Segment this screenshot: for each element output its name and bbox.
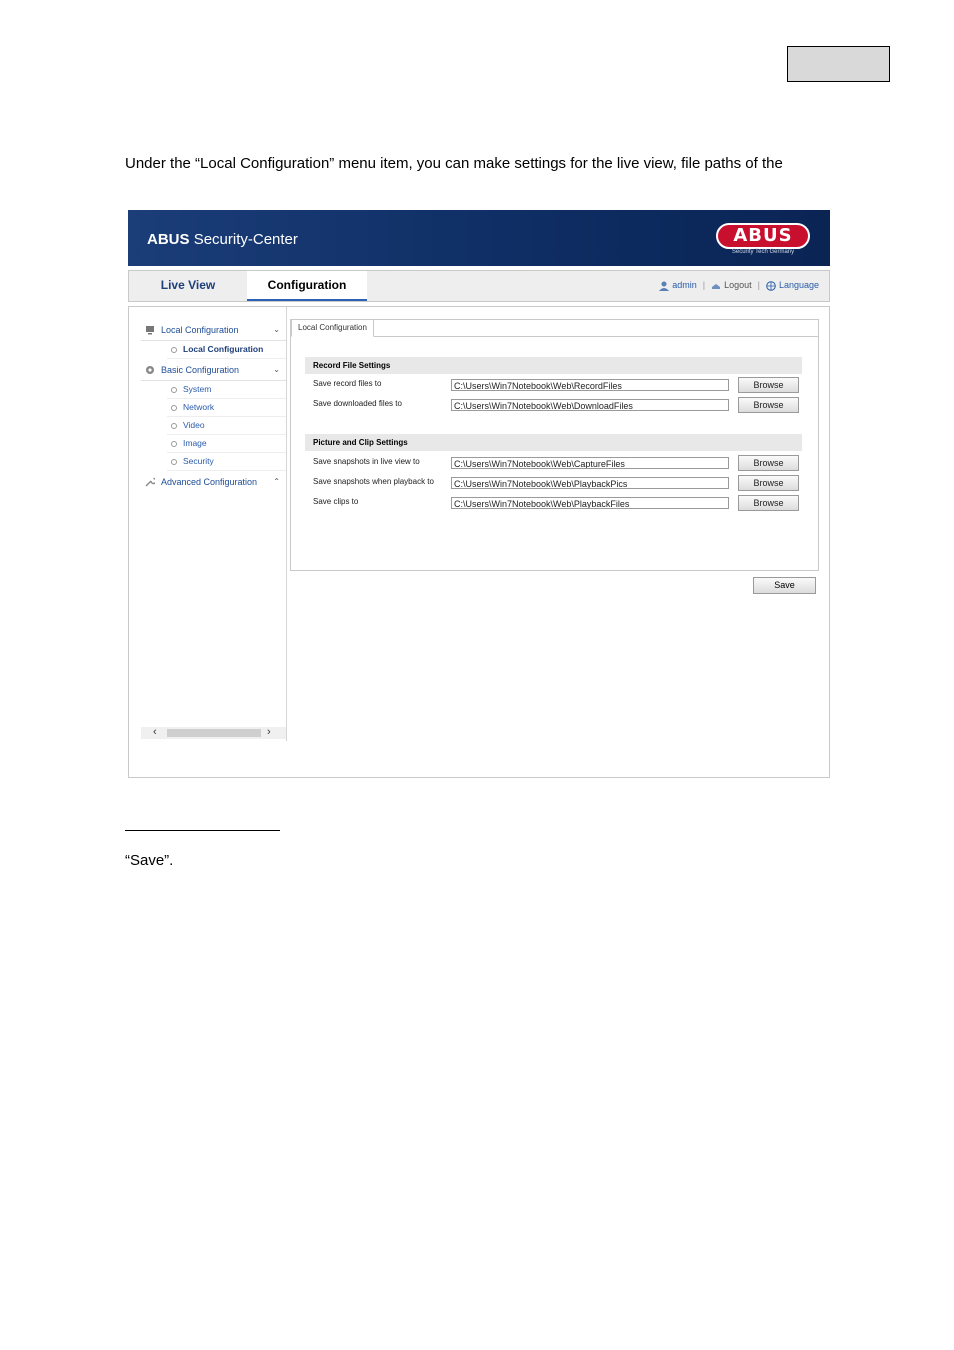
sidebar-item-label: Local Configuration (183, 344, 264, 354)
bullet-icon (171, 422, 177, 429)
downloaded-files-path-input[interactable]: C:\Users\Win7Notebook\Web\DownloadFiles (451, 399, 729, 411)
playback-snapshots-browse-button[interactable]: Browse (738, 475, 799, 491)
sidebar-item-label: Video (183, 420, 205, 430)
bullet-icon (171, 346, 177, 353)
playback-snapshots-path-input[interactable]: C:\Users\Win7Notebook\Web\PlaybackPics (451, 477, 729, 489)
sidebar-item-security[interactable]: Security (167, 453, 286, 471)
playback-snapshots-label: Save snapshots when playback to (313, 477, 434, 486)
sidebar-item-network[interactable]: Network (167, 399, 286, 417)
live-snapshots-label: Save snapshots in live view to (313, 457, 420, 466)
record-files-path-input[interactable]: C:\Users\Win7Notebook\Web\RecordFiles (451, 379, 729, 391)
logo-subtitle: Security Tech Germany (731, 249, 795, 255)
sidebar-advanced-configuration[interactable]: Advanced Configuration ⌃ (141, 472, 286, 492)
tab-local-configuration[interactable]: Local Configuration (291, 319, 374, 337)
sidebar-item-label: Image (183, 438, 207, 448)
live-snapshots-path-input[interactable]: C:\Users\Win7Notebook\Web\CaptureFiles (451, 457, 729, 469)
language-link[interactable]: Language (766, 280, 819, 291)
abus-logo: ABUS (716, 223, 810, 249)
sidebar-advanced-config-label: Advanced Configuration (161, 477, 258, 487)
sidebar-local-configuration[interactable]: Local Configuration ⌄ (141, 320, 286, 341)
sidebar-item-label: Security (183, 456, 214, 466)
chevron-down-icon: ⌄ (273, 325, 280, 334)
config-content-panel: Local Configuration Record File Settings… (290, 319, 819, 571)
bullet-icon (171, 386, 177, 393)
sidebar-item-video[interactable]: Video (167, 417, 286, 435)
clips-browse-button[interactable]: Browse (738, 495, 799, 511)
sidebar-item-label: Network (183, 402, 215, 412)
sidebar-basic-config-label: Basic Configuration (161, 365, 240, 375)
logout-label: Logout (724, 280, 752, 290)
chevron-up-icon: ⌃ (273, 477, 280, 486)
footnote-divider (125, 830, 280, 831)
banner-product: Security-Center (193, 231, 298, 248)
live-snapshots-browse-button[interactable]: Browse (738, 455, 799, 471)
sidebar-item-image[interactable]: Image (167, 435, 286, 453)
sidebar-item-local-configuration[interactable]: Local Configuration (167, 341, 286, 359)
clips-path-input[interactable]: C:\Users\Win7Notebook\Web\PlaybackFiles (451, 497, 729, 509)
main-panel: Local Configuration ⌄ Local Configuratio… (128, 306, 830, 778)
globe-icon (766, 280, 776, 291)
record-file-settings-heading: Record File Settings (305, 357, 802, 374)
picture-clip-settings-heading: Picture and Clip Settings (305, 434, 802, 451)
banner-title: ABUS Security-Center (147, 231, 298, 248)
footer-save-text: “Save”. (125, 852, 174, 869)
top-navbar: Live View Configuration admin | Logout |… (128, 270, 830, 302)
logout-icon (712, 283, 721, 289)
scrollbar-thumb[interactable] (167, 729, 261, 737)
sidebar-basic-configuration[interactable]: Basic Configuration ⌄ (141, 360, 286, 381)
sidebar-item-label: System (183, 384, 212, 394)
record-files-browse-button[interactable]: Browse (738, 377, 799, 393)
bullet-icon (171, 458, 177, 465)
nav-separator: | (702, 280, 706, 291)
screenshot-security-center: ABUS Security-Center ABUS Security Tech … (128, 210, 830, 778)
scroll-right-icon[interactable]: › (267, 726, 271, 738)
bullet-icon (171, 404, 177, 411)
downloaded-files-label: Save downloaded files to (313, 399, 402, 408)
downloaded-files-browse-button[interactable]: Browse (738, 397, 799, 413)
sidebar-scrollbar[interactable]: ‹ › (141, 726, 286, 739)
user-link[interactable]: admin (659, 280, 697, 291)
save-button[interactable]: Save (753, 577, 816, 594)
user-name: admin (672, 280, 697, 290)
logout-link[interactable]: Logout (711, 280, 752, 291)
tab-configuration[interactable]: Configuration (247, 271, 367, 301)
computer-icon (146, 326, 154, 335)
header-banner: ABUS Security-Center ABUS Security Tech … (128, 210, 830, 266)
page-number-box (787, 46, 890, 82)
nav-user-links: admin | Logout | Language (659, 280, 819, 291)
record-files-label: Save record files to (313, 379, 382, 388)
language-label: Language (778, 280, 819, 290)
wrench-icon (145, 477, 155, 487)
intro-paragraph: Under the “Local Configuration” menu ite… (125, 155, 783, 172)
clips-label: Save clips to (313, 497, 359, 506)
scroll-left-icon[interactable]: ‹ (153, 726, 157, 738)
gear-icon (146, 366, 154, 374)
sidebar: Local Configuration ⌄ Local Configuratio… (141, 307, 287, 741)
sidebar-item-system[interactable]: System (167, 381, 286, 399)
chevron-down-icon-2: ⌄ (273, 365, 280, 374)
sidebar-local-config-label: Local Configuration (161, 325, 239, 335)
bullet-icon (171, 440, 177, 447)
user-icon (659, 281, 670, 291)
nav-separator-2: | (757, 280, 760, 291)
tab-live-view[interactable]: Live View (129, 271, 247, 301)
banner-brand: ABUS (147, 231, 190, 248)
